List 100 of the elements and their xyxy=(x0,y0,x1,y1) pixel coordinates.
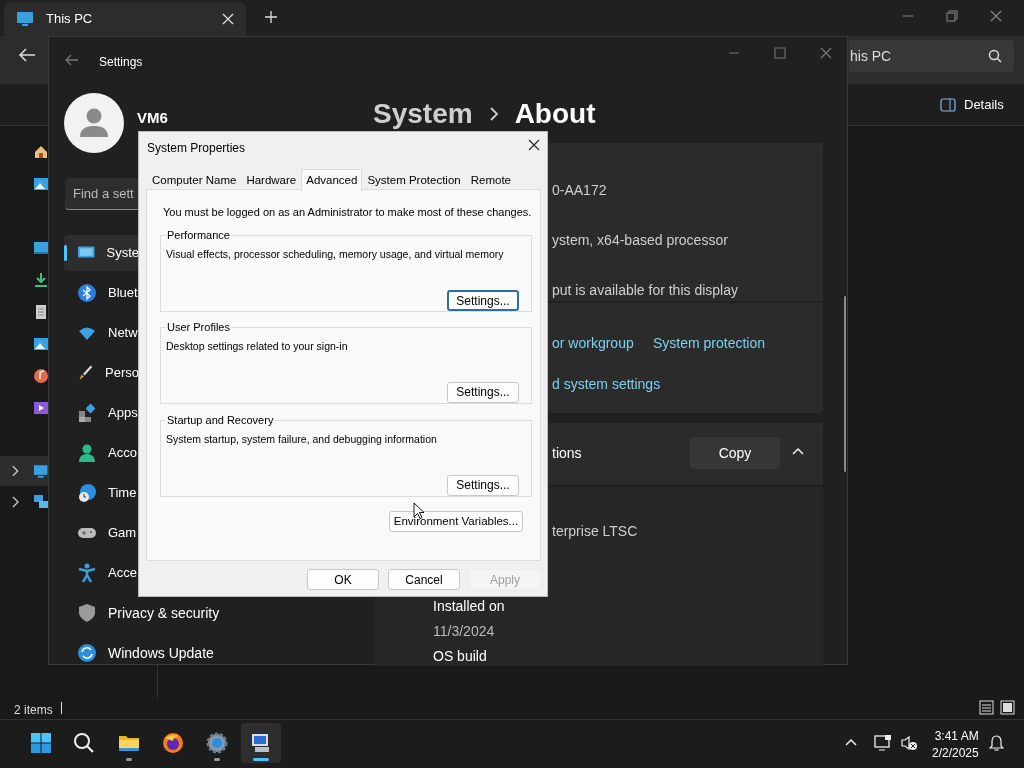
document-icon xyxy=(33,304,49,320)
spec-value: ystem, x64-based processor xyxy=(552,231,728,250)
spec-value: terprise LTSC xyxy=(552,522,638,541)
group-title: User Profiles xyxy=(166,320,231,335)
back-arrow-icon xyxy=(18,47,36,63)
browser-icon xyxy=(161,731,185,755)
cursor-icon xyxy=(413,502,424,519)
link[interactable]: System protection xyxy=(653,333,766,354)
link[interactable]: or workgroup xyxy=(552,333,634,354)
link[interactable]: d system settings xyxy=(552,374,661,395)
gear-icon xyxy=(205,731,229,755)
nav-item[interactable]: Windows Update xyxy=(64,635,314,671)
back-arrow-icon xyxy=(65,54,79,66)
window-title: Settings xyxy=(99,54,143,71)
environment-variables-button[interactable]: Environment Variables... xyxy=(389,511,523,532)
tab[interactable]: Remote xyxy=(465,171,516,190)
settings-button[interactable]: Settings... xyxy=(447,381,519,403)
person-icon xyxy=(79,107,109,139)
picture-icon xyxy=(33,336,49,352)
chevron-right-icon xyxy=(10,465,20,477)
nav-item[interactable]: Privacy & security xyxy=(64,595,314,631)
dialog-title: System Properties xyxy=(147,140,246,157)
video-icon xyxy=(33,400,49,416)
notice-text: You must be logged on as an Administrator to make most of these changes. xyxy=(163,205,532,220)
monitor-icon xyxy=(32,463,48,479)
nav-item[interactable]: Acce xyxy=(64,555,139,591)
bell-icon xyxy=(989,735,1004,752)
nav-item[interactable]: Bluet xyxy=(64,275,139,311)
chevron-right-icon xyxy=(10,496,20,508)
breadcrumb-parent[interactable]: System xyxy=(373,93,473,135)
chevron-up-icon xyxy=(792,447,804,455)
nav-item[interactable]: Apps xyxy=(64,395,139,431)
person-icon xyxy=(77,443,97,463)
copy-button[interactable]: Copy xyxy=(690,437,780,469)
panel-icon xyxy=(940,98,956,112)
nav-item[interactable]: Time xyxy=(64,475,139,511)
restore-icon xyxy=(946,10,958,22)
scrollbar[interactable] xyxy=(844,296,846,472)
nav-item[interactable]: Netw xyxy=(64,315,139,351)
nav-item[interactable]: Syste xyxy=(64,235,139,271)
spec-label: Installed on xyxy=(433,597,505,616)
download-icon xyxy=(33,272,49,288)
clock-time[interactable]: 3:41 AM xyxy=(934,728,979,745)
tab[interactable]: System Protection xyxy=(362,171,466,190)
speaker-muted-icon xyxy=(900,735,918,751)
list-view-icon xyxy=(979,700,994,715)
chevron-right-icon xyxy=(488,106,499,122)
music-icon xyxy=(33,368,49,384)
network-icon xyxy=(874,734,892,751)
nav-item[interactable]: Acco xyxy=(64,435,139,471)
status-text: 2 items xyxy=(14,702,53,719)
page-title: About xyxy=(514,97,596,131)
clock-date[interactable]: 2/2/2025 xyxy=(932,745,979,762)
spec-value: put is available for this display xyxy=(552,281,738,300)
close-icon xyxy=(990,10,1002,22)
tiles-view-icon xyxy=(1000,700,1015,715)
tree-item[interactable] xyxy=(0,456,48,486)
group-title: Performance xyxy=(166,228,231,243)
accessibility-icon xyxy=(77,563,97,583)
settings-button[interactable]: Settings... xyxy=(447,474,519,496)
dialog-button[interactable]: OK xyxy=(307,569,379,590)
search-icon xyxy=(72,731,96,755)
group-description: Desktop settings related to your sign-in xyxy=(166,338,349,354)
user-name: VM6 xyxy=(137,108,168,128)
dialog-button[interactable]: Cancel xyxy=(388,569,460,590)
nav-item[interactable]: Gam xyxy=(64,515,139,551)
section-title: tions xyxy=(552,444,582,463)
picture-icon xyxy=(33,176,49,192)
search-field[interactable]: Find a sett xyxy=(65,178,139,210)
spec-value: 0-AA172 xyxy=(552,181,607,200)
close-icon xyxy=(528,139,540,151)
update-icon xyxy=(77,643,97,663)
nav-item[interactable]: Perso xyxy=(64,355,139,391)
spec-value: 11/3/2024 xyxy=(433,622,495,641)
tab[interactable]: Computer Name xyxy=(147,171,242,190)
group-title: Startup and Recovery xyxy=(166,413,275,428)
spec-label: OS build xyxy=(433,647,487,666)
close-icon xyxy=(820,47,832,59)
tab[interactable]: Advanced xyxy=(301,169,363,191)
tab[interactable]: Hardware xyxy=(241,171,302,190)
desktop-icon xyxy=(33,240,49,256)
close-icon xyxy=(222,13,234,25)
bluetooth-icon xyxy=(77,283,97,303)
tab[interactable]: This PC xyxy=(4,2,246,36)
details-button[interactable]: Details xyxy=(936,94,1008,116)
chevron-up-icon xyxy=(845,738,857,746)
plus-icon xyxy=(264,10,278,24)
search-icon xyxy=(988,49,1002,63)
taskbar-button[interactable] xyxy=(241,723,281,763)
home-icon xyxy=(33,144,49,160)
settings-button[interactable]: Settings... xyxy=(447,289,519,311)
search-field[interactable]: his PC xyxy=(849,40,1014,72)
group-description: System startup, system failure, and debugging information xyxy=(166,431,438,447)
monitor-icon xyxy=(16,11,34,27)
apps-icon xyxy=(77,403,97,423)
shield-icon xyxy=(77,603,97,623)
maximize-icon xyxy=(774,47,786,59)
group-description: Visual effects, processor scheduling, memory usage, and virtual memory xyxy=(166,246,505,262)
network-icon xyxy=(33,494,49,510)
globe-clock-icon xyxy=(77,483,97,503)
